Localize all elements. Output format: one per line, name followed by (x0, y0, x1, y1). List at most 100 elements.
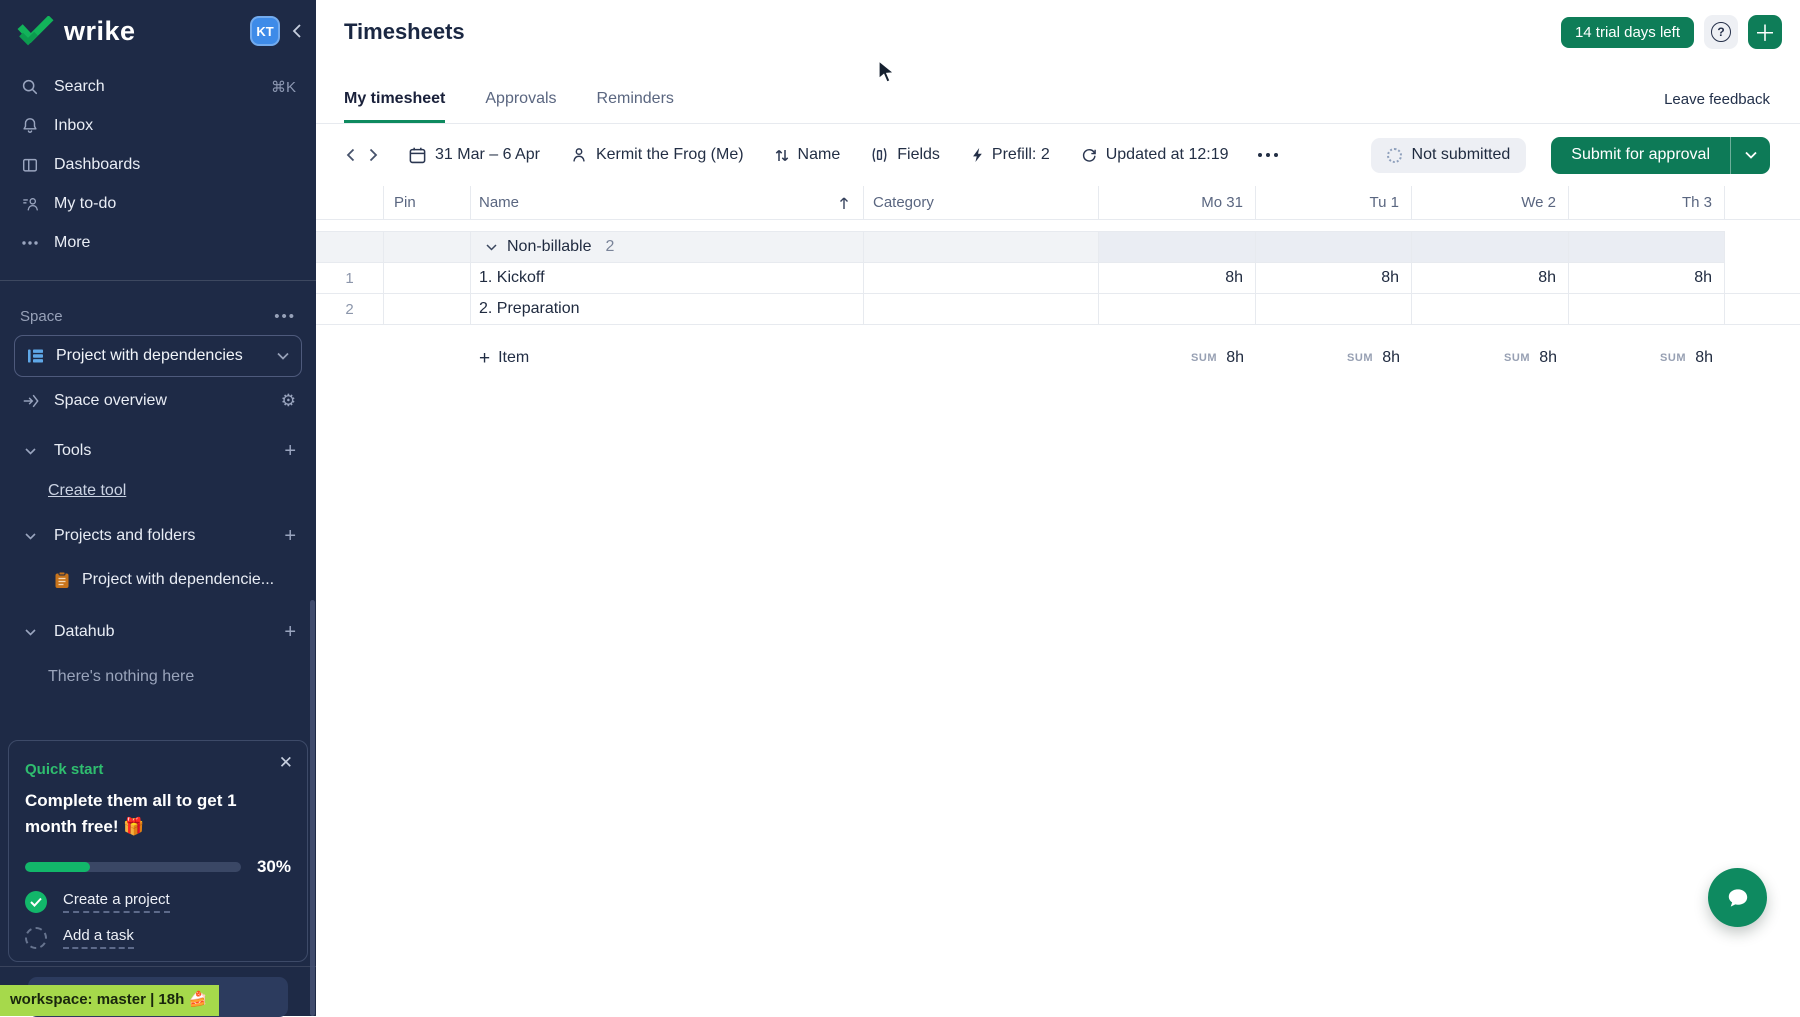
group-name-cell[interactable]: Non-billable 2 (471, 231, 864, 263)
wrike-logo[interactable]: wrike (16, 16, 136, 47)
add-tool-icon[interactable]: + (284, 441, 296, 461)
add-datahub-icon[interactable]: + (284, 622, 296, 642)
column-header-we2[interactable]: We 2 (1412, 186, 1569, 220)
sort-asc-icon[interactable] (839, 196, 849, 210)
dashboards-icon (20, 156, 40, 174)
more-icon (20, 240, 40, 246)
trial-badge[interactable]: 14 trial days left (1561, 17, 1694, 48)
sidebar-item-label: Dashboards (54, 156, 140, 174)
next-week-icon[interactable] (369, 148, 378, 162)
sidebar-item-more[interactable]: More (0, 223, 316, 262)
sidebar-item-space-overview[interactable]: Space overview ⚙ (0, 379, 316, 423)
not-submitted-icon (1387, 148, 1402, 163)
main-content: Timesheets 14 trial days left ? ＋ My tim… (316, 0, 1800, 1016)
sidebar-section-tools[interactable]: Tools + (0, 429, 316, 473)
add-project-icon[interactable]: + (284, 526, 296, 546)
help-button[interactable]: ? (1704, 15, 1738, 49)
column-header-pin[interactable]: Pin (384, 186, 471, 220)
chevron-down-icon[interactable] (486, 244, 497, 251)
sidebar-section-projects[interactable]: Projects and folders + (0, 515, 316, 557)
table-footer-row: + Item SUM 8h SUM 8h SUM 8h SUM 8h (316, 340, 1800, 376)
space-options-icon[interactable]: ••• (274, 308, 296, 325)
hours-cell[interactable]: 8h (1569, 263, 1725, 294)
bell-icon (20, 116, 40, 135)
submit-for-approval-button[interactable]: Submit for approval (1551, 137, 1770, 174)
hours-cell[interactable] (1099, 294, 1256, 325)
quick-start-item-add-task[interactable]: Add a task (25, 927, 291, 949)
column-header-th3[interactable]: Th 3 (1569, 186, 1725, 220)
avatar[interactable]: KT (250, 16, 280, 46)
progress-fill (25, 862, 90, 872)
user-filter[interactable]: Kermit the Frog (Me) (570, 146, 744, 164)
collapse-sidebar-icon[interactable] (292, 23, 302, 39)
hours-cell[interactable]: 8h (1256, 263, 1412, 294)
add-item-button[interactable]: + Item (471, 340, 864, 376)
chevron-down-icon (20, 629, 40, 636)
my-todo-icon (20, 195, 40, 213)
table-row[interactable]: 2 2. Preparation (316, 294, 1800, 325)
fields-control[interactable]: Fields (870, 146, 940, 164)
create-new-button[interactable]: ＋ (1748, 15, 1782, 49)
hours-cell[interactable] (1412, 294, 1569, 325)
row-number: 2 (316, 294, 384, 325)
sort-control[interactable]: Name (774, 146, 841, 164)
space-overview-icon (20, 392, 40, 410)
datahub-empty-state: There's nothing here (0, 659, 316, 695)
pin-cell[interactable] (384, 263, 471, 294)
space-section-label: Space (20, 308, 63, 325)
column-header-mo31[interactable]: Mo 31 (1099, 186, 1256, 220)
sidebar: wrike KT Search ⌘K Inbox Dashbo (0, 0, 316, 1016)
quick-start-title: Quick start (25, 761, 291, 778)
hours-cell[interactable] (1569, 294, 1725, 325)
tabs-bar: My timesheet Approvals Reminders Leave f… (316, 64, 1800, 124)
sidebar-item-dashboards[interactable]: Dashboards (0, 145, 316, 184)
quick-start-panel: ✕ Quick start Complete them all to get 1… (8, 740, 308, 962)
column-header-name[interactable]: Name (471, 186, 864, 220)
category-cell[interactable] (864, 263, 1099, 294)
category-cell[interactable] (864, 294, 1099, 325)
chevron-down-icon (20, 448, 40, 455)
space-selector[interactable]: Project with dependencies (14, 335, 302, 377)
task-name[interactable]: 1. Kickoff (471, 263, 864, 294)
chevron-down-icon (277, 352, 289, 360)
sync-status[interactable]: Updated at 12:19 (1080, 146, 1229, 164)
space-list-icon (27, 348, 44, 364)
tab-reminders[interactable]: Reminders (597, 90, 674, 123)
gear-icon[interactable]: ⚙ (281, 391, 296, 411)
tab-my-timesheet[interactable]: My timesheet (344, 90, 445, 123)
leave-feedback-link[interactable]: Leave feedback (1664, 91, 1770, 123)
table-row[interactable]: 1 1. Kickoff 8h 8h 8h 8h (316, 263, 1800, 294)
hours-cell[interactable]: 8h (1099, 263, 1256, 294)
quick-start-item-create-project[interactable]: Create a project (25, 891, 291, 913)
sidebar-item-inbox[interactable]: Inbox (0, 106, 316, 145)
wrike-logo-text: wrike (64, 16, 136, 47)
lightning-icon (970, 146, 984, 164)
table-header-row: Pin Name Category Mo 31 Tu 1 We 2 Th 3 (316, 186, 1800, 220)
column-header-category[interactable]: Category (864, 186, 1099, 220)
sidebar-item-my-todo[interactable]: My to-do (0, 184, 316, 223)
sidebar-item-project[interactable]: Project with dependencie... (0, 561, 316, 599)
question-icon: ? (1711, 22, 1731, 42)
sidebar-nav: Search ⌘K Inbox Dashboards My to-do Mo (0, 62, 316, 262)
group-row-non-billable[interactable]: Non-billable 2 (316, 231, 1800, 263)
sidebar-section-datahub[interactable]: Datahub + (0, 611, 316, 653)
column-header-tu1[interactable]: Tu 1 (1256, 186, 1412, 220)
create-tool-link[interactable]: Create tool (0, 473, 316, 509)
prefill-control[interactable]: Prefill: 2 (970, 146, 1050, 164)
dashed-circle-icon (25, 927, 47, 949)
tab-approvals[interactable]: Approvals (485, 90, 556, 123)
status-badge[interactable]: Not submitted (1371, 138, 1527, 173)
pin-cell[interactable] (384, 294, 471, 325)
day-sum: SUM 8h (1256, 340, 1412, 376)
sidebar-item-search[interactable]: Search ⌘K (0, 67, 316, 106)
date-range-picker[interactable]: 31 Mar – 6 Apr (408, 146, 540, 165)
hours-cell[interactable] (1256, 294, 1412, 325)
prev-week-icon[interactable] (346, 148, 355, 162)
close-icon[interactable]: ✕ (279, 753, 293, 773)
chat-widget-button[interactable] (1708, 868, 1767, 927)
more-options-icon[interactable] (1258, 153, 1278, 157)
submit-options-caret[interactable] (1730, 137, 1770, 174)
hours-cell[interactable]: 8h (1412, 263, 1569, 294)
sidebar-scrollbar[interactable] (310, 600, 315, 1016)
task-name[interactable]: 2. Preparation (471, 294, 864, 325)
